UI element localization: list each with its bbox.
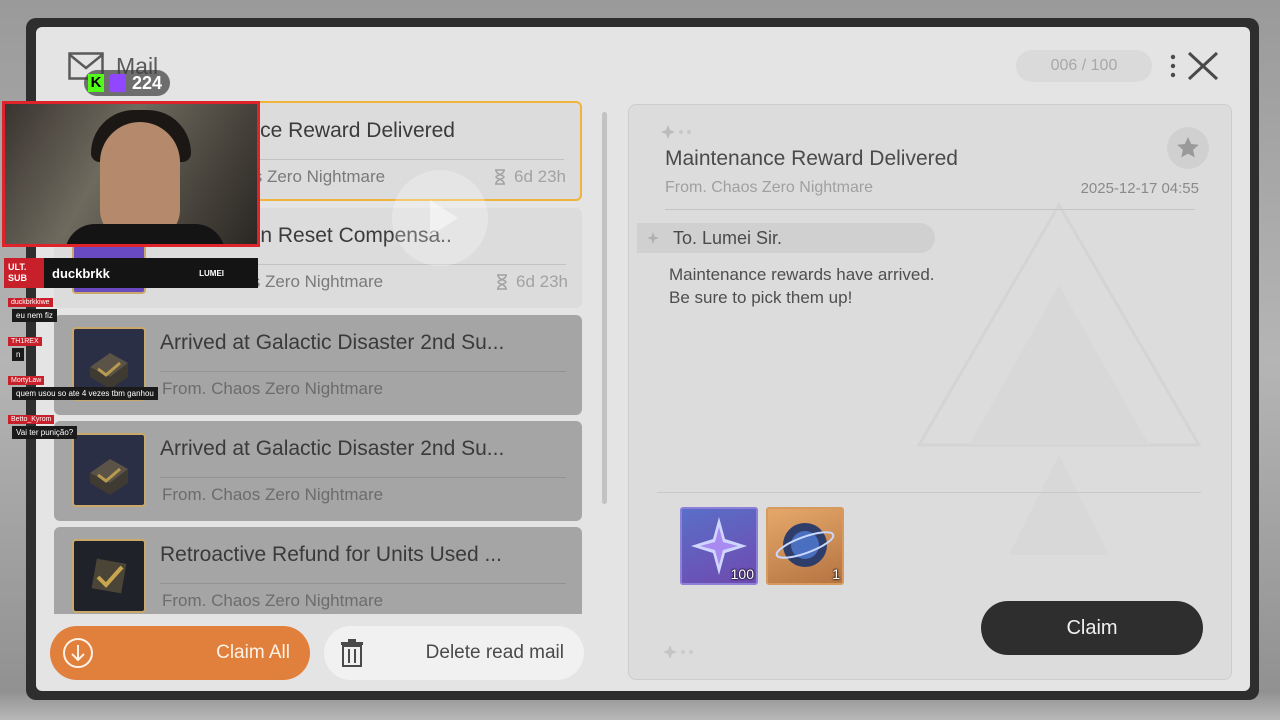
- check-box-icon: [91, 558, 127, 594]
- divider: [657, 492, 1201, 493]
- hourglass-icon: [495, 169, 505, 185]
- mail-item-title: Arrived at Galactic Disaster 2nd Su...: [160, 437, 505, 460]
- kick-icon: K: [88, 74, 104, 92]
- mail-item-sender: From. Chaos Zero Nightmare: [162, 485, 384, 504]
- reward-item[interactable]: 1: [766, 507, 844, 585]
- chat-text: quem usou so ate 4 vezes tbm ganhou: [12, 387, 158, 400]
- star-icon: [1177, 137, 1199, 158]
- play-icon: [430, 200, 458, 236]
- chat-message: Betto_Kyrom Vai ter punição?: [8, 408, 168, 439]
- mail-item-sender: From. Chaos Zero Nightmare: [162, 379, 384, 398]
- viewer-count: 224: [132, 72, 163, 93]
- favorite-button[interactable]: [1167, 127, 1209, 169]
- chat-username: TH1REX: [8, 337, 42, 346]
- webcam-overlay: [2, 101, 260, 247]
- webcam-shirt: [65, 224, 225, 244]
- mail-item-sender: From. Chaos Zero Nightmare: [162, 591, 384, 610]
- download-arrow-icon: [63, 638, 93, 668]
- mail-counter: 006 / 100: [1016, 50, 1152, 82]
- divider: [160, 477, 566, 478]
- chat-message: MortyLaw quem usou so ate 4 vezes tbm ga…: [8, 369, 168, 400]
- reward-item[interactable]: 100: [680, 507, 758, 585]
- chat-message: TH1REX n: [8, 330, 168, 361]
- claim-button[interactable]: Claim: [981, 601, 1203, 655]
- chat-text: eu nem fiz: [12, 309, 57, 322]
- webcam-face: [100, 122, 180, 240]
- reward-quantity: 100: [730, 566, 754, 582]
- mail-detail-pane: Maintenance Reward Delivered From. Chaos…: [628, 104, 1232, 680]
- streamer-name: duckbrkk: [52, 265, 110, 281]
- claim-all-button[interactable]: Claim All: [50, 626, 310, 680]
- sparkle-icon: [661, 125, 691, 139]
- ult-sub-badge: ULT. SUB: [4, 258, 44, 288]
- mail-item-title: Arrived at Galactic Disaster 2nd Su...: [160, 331, 505, 354]
- stream-chat: duckbrkkiwe eu nem fiz TH1REX n MortyLaw…: [8, 291, 168, 447]
- mail-item-read[interactable]: Retroactive Refund for Units Used ... Fr…: [54, 527, 582, 614]
- mail-date: 2025-12-17 04:55: [1080, 180, 1199, 197]
- triangle-watermark: [916, 202, 1202, 555]
- mail-body: Maintenance rewards have arrived. Be sur…: [669, 263, 935, 309]
- claim-all-label: Claim All: [216, 642, 290, 663]
- more-options-icon[interactable]: [1163, 53, 1183, 79]
- chat-text: n: [12, 348, 25, 361]
- chat-message: duckbrkkiwe eu nem fiz: [8, 291, 168, 322]
- video-play-overlay: [392, 170, 488, 266]
- reward-quantity: 1: [832, 566, 840, 582]
- close-icon[interactable]: [1186, 50, 1220, 82]
- streamer-name-bar: ULT. SUB duckbrkk LUMEI: [4, 258, 258, 288]
- trash-icon: [341, 639, 363, 667]
- mail-item-title: Retroactive Refund for Units Used ...: [160, 543, 502, 566]
- delete-read-mail-button[interactable]: Delete read mail: [324, 626, 584, 680]
- mail-list-scrollbar[interactable]: [602, 112, 607, 504]
- chat-username: duckbrkkiwe: [8, 298, 53, 307]
- mail-subject: Maintenance Reward Delivered: [665, 147, 958, 170]
- diamond-bullet-icon: [647, 232, 659, 244]
- hourglass-icon: [497, 274, 507, 290]
- mail-body-line: Be sure to pick them up!: [669, 288, 853, 307]
- recipient-text: To. Lumei Sir.: [673, 228, 783, 248]
- mail-sender: From. Chaos Zero Nightmare: [665, 179, 874, 196]
- chat-username: MortyLaw: [8, 376, 45, 385]
- sponsor-logo: LUMEI: [199, 268, 224, 278]
- mail-body-line: Maintenance rewards have arrived.: [669, 265, 935, 284]
- mail-item-expiry: 6d 23h: [496, 272, 568, 292]
- divider: [160, 583, 566, 584]
- recipient-bar: To. Lumei Sir.: [637, 223, 935, 253]
- divider: [160, 371, 566, 372]
- expiry-text: 6d 23h: [516, 272, 568, 291]
- delete-read-label: Delete read mail: [425, 642, 564, 663]
- chat-username: Betto_Kyrom: [8, 415, 55, 424]
- orb-icon: [775, 523, 835, 567]
- chat-text: Vai ter punição?: [12, 426, 78, 439]
- twitch-icon: [110, 74, 126, 92]
- expiry-text: 6d 23h: [514, 167, 566, 186]
- viewer-count-badge: K 224: [84, 70, 171, 96]
- sparkle-icon: [663, 645, 693, 659]
- mail-item-expiry: 6d 23h: [494, 167, 566, 187]
- divider: [665, 209, 1195, 210]
- mail-thumbnail: [72, 539, 146, 613]
